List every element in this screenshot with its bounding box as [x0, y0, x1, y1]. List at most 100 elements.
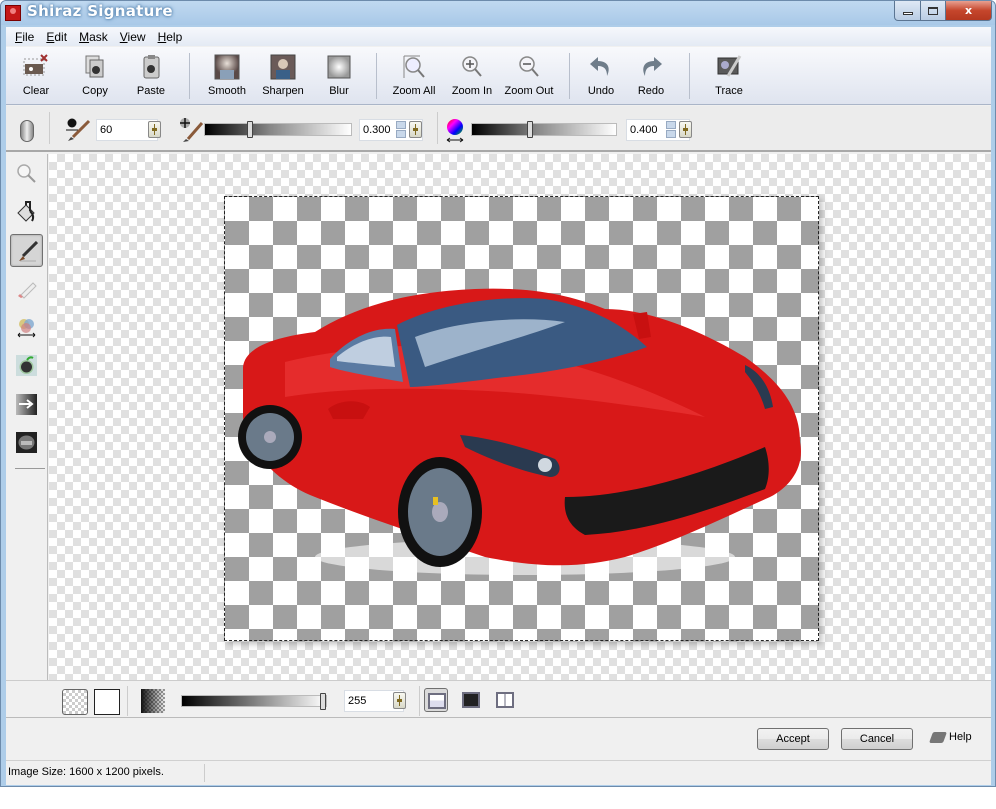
- color-wheel-icon: [16, 317, 37, 338]
- help-book-icon: [928, 731, 948, 743]
- menu-edit[interactable]: Edit: [40, 30, 73, 44]
- opacity-gradient-icon: [141, 689, 165, 713]
- spin-down-icon[interactable]: [396, 130, 406, 138]
- split-view-button[interactable]: [493, 688, 517, 712]
- options-separator: [437, 112, 438, 144]
- copy-button[interactable]: Copy: [66, 51, 124, 101]
- car-image: [238, 288, 801, 575]
- color-tolerance-spinner[interactable]: [666, 121, 676, 138]
- paste-button[interactable]: Paste: [122, 51, 180, 101]
- eraser-tool[interactable]: [10, 273, 43, 306]
- color-tolerance-slider-button[interactable]: [679, 121, 692, 138]
- hardness-brush-icon: [176, 117, 204, 143]
- close-icon: x: [964, 4, 973, 17]
- app-window: Shiraz Signature x File Edit Mask View H…: [0, 0, 996, 787]
- color-range-tool[interactable]: [10, 311, 43, 344]
- hardness-slider-thumb[interactable]: [247, 121, 253, 138]
- menu-bar: File Edit Mask View Help: [6, 27, 991, 46]
- eraser-icon: [16, 279, 37, 300]
- minimize-icon: [902, 12, 913, 15]
- smooth-icon: [214, 54, 240, 80]
- cancel-button[interactable]: Cancel: [841, 728, 913, 750]
- accept-button[interactable]: Accept: [757, 728, 829, 750]
- transparent-background-swatch[interactable]: [62, 689, 88, 715]
- hardness-slider[interactable]: [204, 121, 352, 138]
- mouse-icon: [20, 120, 34, 142]
- zoom-in-button[interactable]: Zoom In: [443, 51, 501, 101]
- toolbar-separator: [189, 53, 190, 99]
- object-mask-tool[interactable]: [10, 349, 43, 382]
- zoom-all-icon: [401, 54, 427, 80]
- brush-tool[interactable]: [10, 234, 43, 267]
- blur-icon: [326, 54, 352, 80]
- close-button[interactable]: x: [945, 1, 992, 21]
- menu-file[interactable]: File: [9, 30, 40, 44]
- image-size-status: Image Size: 1600 x 1200 pixels.: [8, 766, 164, 778]
- copy-icon: [82, 54, 108, 80]
- hardness-slider-button[interactable]: [409, 121, 422, 138]
- help-link[interactable]: Help: [928, 731, 972, 743]
- opacity-slider[interactable]: [181, 693, 327, 710]
- image-thumbnail-icon: [16, 432, 37, 453]
- minimize-button[interactable]: [894, 1, 921, 21]
- opacity-slider-thumb[interactable]: [320, 693, 326, 710]
- apple-mask-icon: [16, 355, 37, 376]
- tool-palette-divider: [15, 468, 45, 469]
- options-separator: [49, 112, 50, 144]
- menu-view[interactable]: View: [114, 30, 152, 44]
- menu-mask[interactable]: Mask: [73, 30, 114, 44]
- toolbar-separator: [689, 53, 690, 99]
- color-tolerance-slider-thumb[interactable]: [527, 121, 533, 138]
- single-view-icon: [428, 693, 446, 709]
- redo-button[interactable]: Redo: [622, 51, 680, 101]
- title-bar[interactable]: Shiraz Signature x: [1, 1, 995, 25]
- app-logo-icon: [5, 5, 21, 21]
- brush-icon: [17, 240, 39, 262]
- paste-icon: [138, 54, 164, 80]
- smooth-button[interactable]: Smooth: [198, 51, 256, 101]
- action-bar: Accept Cancel Help: [6, 719, 991, 759]
- image-selection[interactable]: [224, 196, 819, 641]
- fill-tool[interactable]: [10, 195, 43, 228]
- bottom-separator: [127, 686, 128, 716]
- zoom-out-button[interactable]: Zoom Out: [500, 51, 558, 101]
- white-background-swatch[interactable]: [94, 689, 120, 715]
- brush-size-slider-button[interactable]: [148, 121, 161, 138]
- mask-options-bar: 255: [6, 680, 991, 718]
- clear-icon: [23, 54, 49, 80]
- spin-down-icon[interactable]: [666, 130, 676, 138]
- spin-up-icon[interactable]: [666, 121, 676, 129]
- split-view-icon: [496, 692, 514, 708]
- hardness-spinner[interactable]: [396, 121, 406, 138]
- preview-view-icon: [462, 692, 480, 708]
- color-tolerance-slider[interactable]: [471, 121, 617, 138]
- preview-view-button[interactable]: [459, 688, 483, 712]
- client-area: File Edit Mask View Help Clear Copy Past…: [6, 27, 991, 785]
- status-separator: [204, 764, 205, 782]
- image-tool[interactable]: [10, 426, 43, 459]
- undo-icon: [588, 54, 614, 80]
- trace-button[interactable]: Trace: [700, 51, 758, 101]
- status-bar: Image Size: 1600 x 1200 pixels.: [6, 760, 991, 784]
- gradient-arrow-icon: [16, 394, 37, 415]
- sharpen-button[interactable]: Sharpen: [254, 51, 312, 101]
- clear-button[interactable]: Clear: [7, 51, 65, 101]
- trace-icon: [716, 54, 742, 80]
- magnifier-icon: [16, 163, 37, 184]
- maximize-icon: [928, 6, 938, 15]
- zoom-tool[interactable]: [10, 157, 43, 190]
- zoom-in-icon: [459, 54, 485, 80]
- maximize-button[interactable]: [920, 1, 946, 21]
- window-title: Shiraz Signature: [27, 2, 173, 20]
- single-view-button[interactable]: [424, 688, 448, 712]
- blur-button[interactable]: Blur: [310, 51, 368, 101]
- zoom-all-button[interactable]: Zoom All: [385, 51, 443, 101]
- opacity-slider-button[interactable]: [393, 692, 406, 709]
- color-tolerance-icon: [445, 118, 465, 144]
- gradient-mask-tool[interactable]: [10, 388, 43, 421]
- editor-canvas[interactable]: [49, 154, 991, 680]
- spin-up-icon[interactable]: [396, 121, 406, 129]
- brush-size-icon: [63, 117, 91, 143]
- menu-help[interactable]: Help: [152, 30, 189, 44]
- tool-palette: [6, 154, 48, 680]
